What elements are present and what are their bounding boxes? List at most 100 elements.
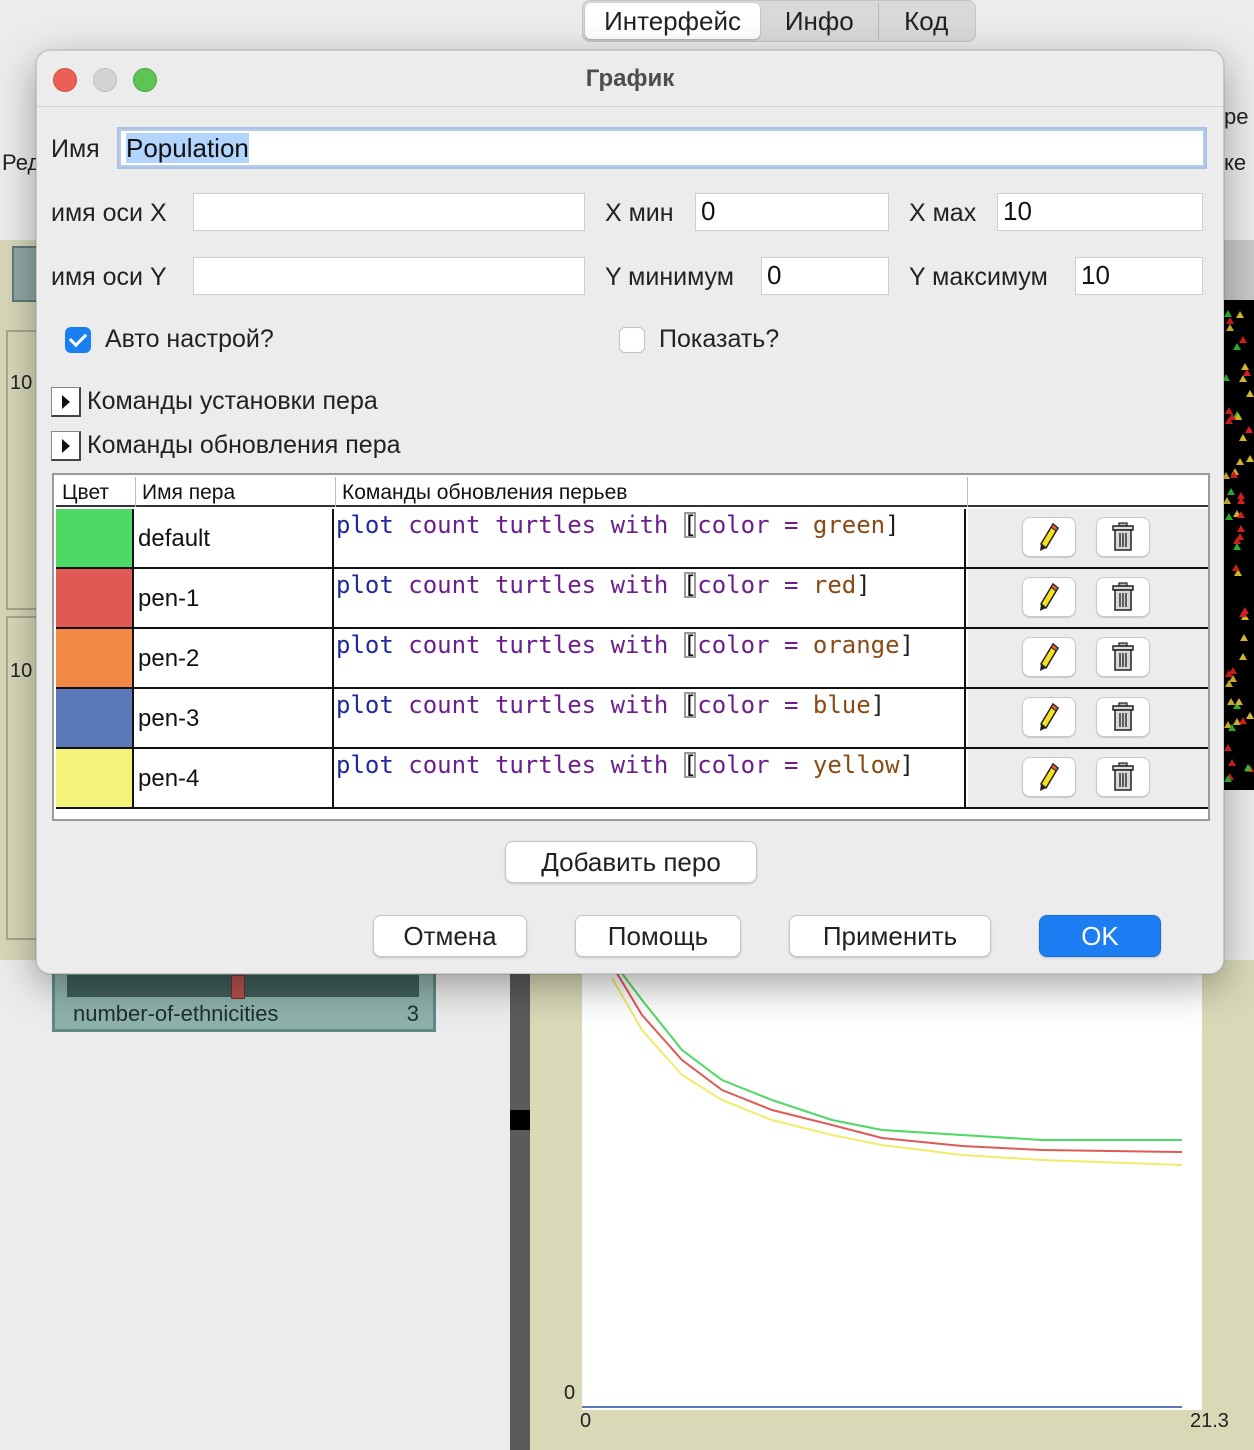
turtle-marker <box>1233 537 1241 544</box>
edit-pen-button[interactable] <box>1022 757 1076 797</box>
y-axis-input[interactable] <box>193 257 585 295</box>
code-token: count <box>408 691 481 719</box>
turtle-marker <box>1244 764 1252 771</box>
edit-pen-button[interactable] <box>1022 697 1076 737</box>
slider-label: number-of-ethnicities <box>73 1001 279 1026</box>
x-axis-input[interactable] <box>193 193 585 231</box>
pen-actions <box>968 509 1208 567</box>
turtle-marker <box>1233 543 1241 550</box>
pen-code-cell[interactable]: plot count turtles with [color = green] <box>336 509 966 567</box>
slider-knob[interactable] <box>231 975 245 999</box>
code-token: turtles <box>494 571 597 599</box>
pen-row: default plot count turtles with [color = … <box>56 509 1208 569</box>
pen-name-cell[interactable]: pen-1 <box>136 569 334 627</box>
setup-commands-toggle-icon[interactable] <box>51 387 81 417</box>
setup-commands-label[interactable]: Команды установки пера <box>87 387 378 416</box>
pen-color-swatch[interactable] <box>56 689 134 747</box>
code-token: plot <box>336 691 394 719</box>
plot-x-max: 21.3 <box>1190 1410 1229 1432</box>
world-view[interactable] <box>1222 300 1254 790</box>
edit-pen-button[interactable] <box>1022 517 1076 557</box>
pen-name-cell[interactable]: pen-2 <box>136 629 334 687</box>
pen-actions <box>968 629 1208 687</box>
turtle-marker <box>1225 680 1233 687</box>
plot-name-input[interactable]: Population <box>119 129 1205 167</box>
turtle-marker <box>1243 369 1251 376</box>
plot-scrollbar[interactable] <box>510 960 530 1450</box>
pen-name-cell[interactable]: pen-3 <box>136 689 334 747</box>
turtle-marker <box>1223 497 1231 504</box>
pen-code-cell[interactable]: plot count turtles with [color = red] <box>336 569 966 627</box>
edit-pen-button[interactable] <box>1022 637 1076 677</box>
dialog-titlebar[interactable]: График <box>37 51 1223 107</box>
turtle-marker <box>1246 712 1254 719</box>
edit-pen-button[interactable] <box>1022 577 1076 617</box>
pencil-icon <box>1040 522 1059 551</box>
pencil-icon <box>1040 702 1059 731</box>
population-plot: 0 0 21.3 <box>530 960 1254 1450</box>
delete-pen-button[interactable] <box>1096 577 1150 617</box>
dialog-title: График <box>585 65 675 92</box>
pencil-icon <box>1040 582 1059 611</box>
turtle-marker <box>1224 775 1232 782</box>
plot-x-min: 0 <box>580 1410 592 1432</box>
add-pen-button[interactable]: Добавить перо <box>505 841 757 883</box>
header-update-commands: Команды обновления перьев <box>336 477 968 507</box>
pen-actions <box>968 749 1208 807</box>
pen-color-swatch[interactable] <box>56 509 134 567</box>
trash-icon <box>1112 582 1134 611</box>
code-token: blue <box>812 691 871 719</box>
pen-color-swatch[interactable] <box>56 629 134 687</box>
code-token: ] <box>899 751 915 779</box>
pen-name-cell[interactable]: pen-4 <box>136 749 334 807</box>
apply-button[interactable]: Применить <box>789 915 991 957</box>
x-min-input[interactable]: 0 <box>695 193 889 231</box>
ok-button[interactable]: OK <box>1039 915 1161 957</box>
delete-pen-button[interactable] <box>1096 757 1150 797</box>
pen-code-cell[interactable]: plot count turtles with [color = yellow] <box>336 749 966 807</box>
slider-value: 3 <box>406 1001 419 1026</box>
bg-button-widget[interactable] <box>12 246 38 302</box>
y-min-input[interactable]: 0 <box>761 257 889 295</box>
tab-info[interactable]: Инфо <box>760 3 880 39</box>
plot-line-red <box>611 964 1183 1153</box>
cancel-button[interactable]: Отмена <box>373 915 527 957</box>
plot-lines <box>582 960 1183 1408</box>
pen-color-swatch[interactable] <box>56 569 134 627</box>
code-token: count <box>408 571 481 599</box>
autoscale-checkbox[interactable] <box>65 327 91 353</box>
delete-pen-button[interactable] <box>1096 637 1150 677</box>
ethnicities-slider[interactable]: number-of-ethnicities 3 <box>52 968 436 1032</box>
pen-color-swatch[interactable] <box>56 749 134 807</box>
trash-icon <box>1112 642 1134 671</box>
pen-code-cell[interactable]: plot count turtles with [color = orange] <box>336 629 966 687</box>
turtle-marker <box>1227 698 1235 705</box>
tab-interface[interactable]: Интерфейс <box>585 3 761 39</box>
bg-toolbar-fragment: Ред <box>2 150 41 175</box>
y-max-input[interactable]: 10 <box>1075 257 1203 295</box>
trash-icon <box>1112 522 1134 551</box>
show-legend-checkbox[interactable] <box>619 327 645 353</box>
app-tab-bar: Интерфейс Инфо Код <box>582 0 976 42</box>
x-max-input[interactable]: 10 <box>997 193 1203 231</box>
code-token: color <box>697 511 770 539</box>
update-commands-label[interactable]: Команды обновления пера <box>87 431 401 460</box>
help-button[interactable]: Помощь <box>575 915 741 957</box>
header-color: Цвет <box>56 477 136 507</box>
tab-code[interactable]: Код <box>879 3 973 39</box>
turtle-marker <box>1239 375 1247 382</box>
scrollbar-thumb[interactable] <box>510 1110 530 1130</box>
delete-pen-button[interactable] <box>1096 517 1150 557</box>
delete-pen-button[interactable] <box>1096 697 1150 737</box>
code-token: orange <box>812 631 900 659</box>
code-token: count <box>408 751 481 779</box>
pen-name-cell[interactable]: default <box>136 509 334 567</box>
code-token: [ <box>682 631 698 659</box>
turtle-marker <box>1224 310 1232 317</box>
update-commands-toggle-icon[interactable] <box>51 431 81 461</box>
turtle-marker <box>1236 311 1244 318</box>
header-pen-name: Имя пера <box>136 477 336 507</box>
pen-code-cell[interactable]: plot count turtles with [color = blue] <box>336 689 966 747</box>
pencil-icon <box>1040 762 1059 791</box>
code-token: with <box>610 751 669 779</box>
